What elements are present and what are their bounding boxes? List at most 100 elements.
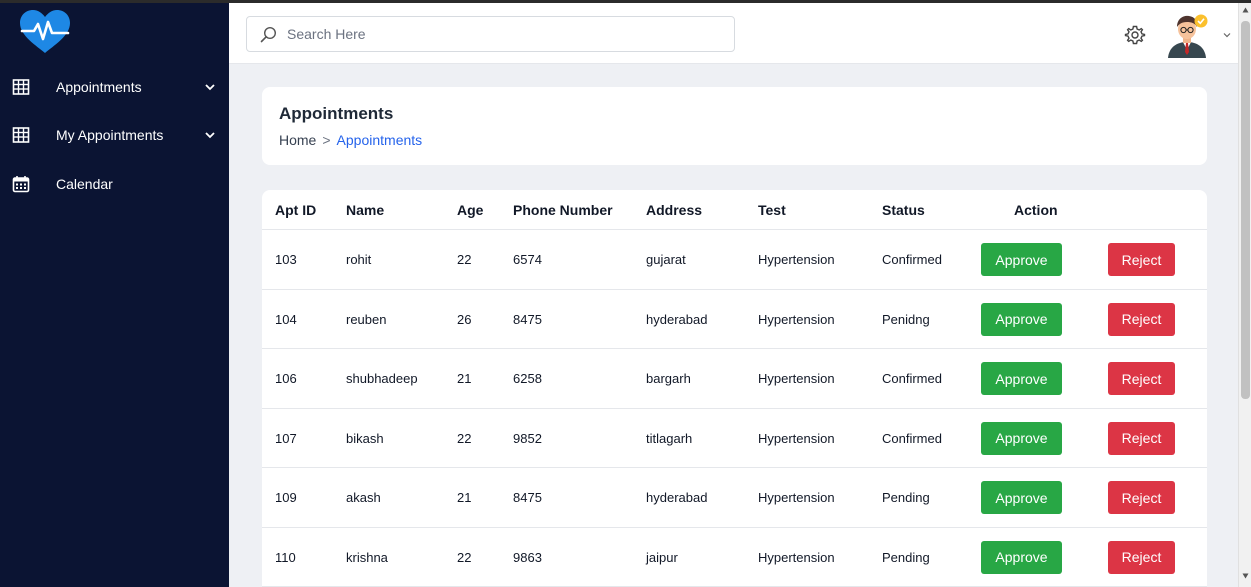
cell-age: 26 [457, 311, 472, 327]
sidebar-item-my-appointments[interactable]: My Appointments [0, 118, 229, 154]
cell-age: 22 [457, 549, 472, 565]
chevron-down-icon [205, 84, 215, 91]
cell-status: Confirmed [882, 252, 942, 267]
cell-phone: 8475 [513, 311, 542, 327]
table-grid-icon [12, 127, 30, 143]
table-row: 103 rohit 22 6574 gujarat Hypertension C… [262, 230, 1207, 290]
reject-button[interactable]: Reject [1108, 302, 1175, 336]
cell-name: reuben [346, 311, 387, 327]
top-header [229, 3, 1238, 64]
column-header-action: Action [1014, 202, 1058, 218]
sidebar-item-calendar[interactable]: Calendar [0, 167, 229, 203]
sidebar-item-label: My Appointments [56, 127, 164, 143]
cell-age: 21 [457, 490, 472, 505]
table-row: 109 akash 21 8475 hyderabad Hypertension… [262, 468, 1207, 528]
column-header-phone-number: Phone Number [513, 202, 613, 218]
gear-icon[interactable] [1124, 24, 1146, 46]
avatar[interactable] [1164, 12, 1210, 58]
sidebar-item-label: Calendar [56, 176, 113, 192]
heart-pulse-logo-icon[interactable] [17, 9, 73, 55]
sidebar-item-label: Appointments [56, 79, 142, 95]
appointments-table: Apt ID Name Age Phone Number Address Tes… [262, 190, 1207, 587]
sidebar-item-appointments[interactable]: Appointments [0, 70, 229, 106]
cell-apt-id: 103 [275, 252, 297, 267]
cell-test: Hypertension [758, 311, 835, 327]
cell-address: jaipur [646, 549, 678, 565]
cell-address: titlagarh [646, 430, 693, 446]
cell-name: rohit [346, 252, 372, 267]
cell-test: Hypertension [758, 430, 835, 446]
table-row: 104 reuben 26 8475 hyderabad Hypertensio… [262, 290, 1207, 349]
cell-apt-id: 104 [275, 311, 297, 327]
cell-address: hyderabad [646, 490, 708, 505]
sidebar: Appointments My Appointments Calendar [0, 3, 229, 587]
column-header-apt-id: Apt ID [275, 202, 317, 218]
cell-test: Hypertension [758, 549, 835, 565]
breadcrumb-separator: > [322, 132, 331, 148]
reject-button[interactable]: Reject [1108, 243, 1175, 276]
reject-button[interactable]: Reject [1108, 362, 1175, 395]
cell-test: Hypertension [758, 490, 835, 505]
table-header-row: Apt ID Name Age Phone Number Address Tes… [262, 190, 1207, 230]
cell-name: shubhadeep [346, 371, 418, 386]
approve-button[interactable]: Approve [981, 481, 1062, 514]
cell-phone: 9863 [513, 549, 542, 565]
approve-button[interactable]: Approve [981, 540, 1062, 574]
cell-age: 22 [457, 430, 472, 446]
search-input[interactable] [287, 19, 727, 49]
cell-phone: 6574 [513, 252, 542, 267]
table-grid-icon [12, 79, 30, 95]
table-row: 110 krishna 22 9863 jaipur Hypertension … [262, 528, 1207, 587]
cell-apt-id: 110 [275, 549, 296, 565]
reject-button[interactable]: Reject [1108, 540, 1175, 574]
vertical-scrollbar[interactable] [1238, 3, 1251, 587]
cell-test: Hypertension [758, 371, 835, 386]
cell-apt-id: 107 [275, 430, 297, 446]
column-header-status: Status [882, 202, 925, 218]
search-icon [260, 26, 277, 43]
approve-button[interactable]: Approve [981, 302, 1062, 336]
cell-apt-id: 106 [275, 371, 297, 386]
cell-apt-id: 109 [275, 490, 297, 505]
column-header-age: Age [457, 202, 484, 218]
cell-status: Confirmed [882, 371, 942, 386]
chevron-down-icon [205, 132, 215, 139]
approve-button[interactable]: Approve [981, 243, 1062, 276]
cell-address: bargarh [646, 371, 691, 386]
cell-address: hyderabad [646, 311, 708, 327]
cell-phone: 6258 [513, 371, 542, 386]
approve-button[interactable]: Approve [981, 421, 1062, 455]
scroll-down-arrow-icon[interactable] [1242, 573, 1249, 579]
search-box [246, 16, 735, 52]
cell-phone: 8475 [513, 490, 542, 505]
scrollbar-thumb[interactable] [1241, 21, 1250, 399]
cell-name: bikash [346, 430, 384, 446]
cell-status: Penidng [882, 311, 930, 327]
cell-phone: 9852 [513, 430, 542, 446]
cell-age: 21 [457, 371, 472, 386]
breadcrumb-current[interactable]: Appointments [337, 132, 423, 148]
page-header-card: Appointments Home > Appointments [262, 87, 1207, 165]
breadcrumb-home-link[interactable]: Home [279, 132, 316, 148]
cell-address: gujarat [646, 252, 686, 267]
reject-button[interactable]: Reject [1108, 421, 1175, 455]
cell-name: krishna [346, 549, 388, 565]
breadcrumb: Home > Appointments [279, 132, 422, 148]
column-header-test: Test [758, 202, 786, 218]
cell-test: Hypertension [758, 252, 835, 267]
column-header-address: Address [646, 202, 703, 218]
approve-button[interactable]: Approve [981, 362, 1062, 395]
cell-status: Confirmed [882, 430, 942, 446]
cell-age: 22 [457, 252, 472, 267]
table-row: 107 bikash 22 9852 titlagarh Hypertensio… [262, 409, 1207, 468]
calendar-icon [12, 176, 30, 193]
cell-status: Pending [882, 549, 930, 565]
column-header-name: Name [346, 202, 385, 218]
scroll-up-arrow-icon[interactable] [1242, 7, 1249, 13]
chevron-down-icon[interactable] [1222, 30, 1232, 40]
table-row: 106 shubhadeep 21 6258 bargarh Hypertens… [262, 349, 1207, 409]
reject-button[interactable]: Reject [1108, 481, 1175, 514]
cell-name: akash [346, 490, 381, 505]
cell-status: Pending [882, 490, 930, 505]
page-title: Appointments [279, 104, 394, 123]
